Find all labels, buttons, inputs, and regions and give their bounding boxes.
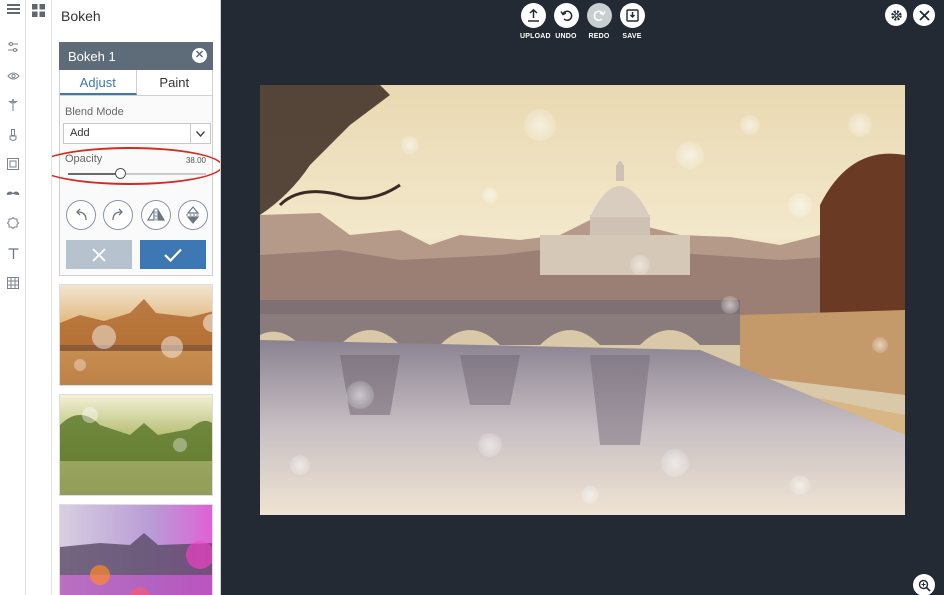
flip-horizontal-icon [147, 208, 165, 222]
close-icon [918, 9, 930, 21]
sticker-icon[interactable] [6, 216, 20, 230]
zoom-button[interactable] [913, 574, 935, 595]
close-icon [92, 247, 106, 262]
menu-icon[interactable] [6, 2, 20, 16]
adjust-sliders-icon[interactable] [6, 40, 20, 54]
blend-mode-select[interactable]: Add [63, 123, 211, 144]
photo-canvas[interactable] [260, 85, 905, 515]
save-label: SAVE [622, 33, 642, 40]
flip-vertical-icon [186, 206, 200, 224]
zoom-in-icon [918, 579, 931, 592]
cancel-button[interactable] [66, 240, 132, 269]
bokeh-preset-thumbnail[interactable] [59, 504, 213, 595]
blend-mode-value: Add [70, 127, 90, 139]
tab-paint[interactable]: Paint [137, 70, 213, 95]
text-icon[interactable] [6, 246, 20, 260]
save-icon [619, 3, 645, 28]
upload-button[interactable]: UPLOAD [520, 3, 551, 40]
secondary-rail [26, 0, 52, 595]
bokeh-panel: Bokeh Bokeh 1 ✕ Adjust Paint Blend Mode … [52, 0, 221, 595]
checkmark-icon [164, 248, 182, 262]
redo-button[interactable]: REDO [586, 3, 612, 40]
mustache-icon[interactable] [6, 187, 20, 201]
layer-header: Bokeh 1 ✕ [59, 42, 213, 70]
rotate-right-icon [112, 208, 123, 221]
layer-name: Bokeh 1 [68, 49, 116, 64]
adjust-body: Blend Mode Add Opacity 38.00 [52, 96, 220, 276]
bokeh-preset-thumbnail[interactable] [59, 394, 213, 496]
panel-title: Bokeh [61, 8, 101, 24]
upload-label: UPLOAD [520, 33, 551, 40]
settings-button[interactable] [885, 4, 907, 26]
flip-horizontal-button[interactable] [141, 200, 171, 230]
opacity-slider[interactable] [68, 168, 206, 179]
grid-view-icon[interactable] [32, 4, 45, 22]
brush-icon[interactable] [6, 128, 20, 142]
bokeh-preset-thumbnail[interactable] [59, 284, 213, 386]
rotate-left-icon [76, 208, 87, 221]
close-layer-icon[interactable]: ✕ [192, 48, 207, 63]
blend-mode-label: Blend Mode [65, 106, 124, 118]
tab-adjust[interactable]: Adjust [60, 70, 137, 95]
close-editor-button[interactable] [913, 4, 935, 26]
redo-icon [586, 3, 612, 28]
opacity-value: 38.00 [185, 156, 206, 165]
flip-vertical-button[interactable] [178, 200, 208, 230]
undo-button[interactable]: UNDO [553, 3, 579, 40]
texture-icon[interactable] [6, 276, 20, 290]
upload-icon [520, 3, 546, 28]
magic-wand-icon[interactable] [6, 98, 20, 112]
eye-icon[interactable] [6, 69, 20, 83]
gear-icon [890, 9, 902, 21]
rotate-left-button[interactable] [66, 200, 96, 230]
undo-label: UNDO [555, 33, 577, 40]
chevron-down-icon[interactable] [190, 124, 210, 143]
rotate-right-button[interactable] [103, 200, 133, 230]
save-button[interactable]: SAVE [619, 3, 645, 40]
opacity-slider-fill [68, 173, 121, 175]
opacity-label: Opacity [65, 153, 103, 165]
apply-button[interactable] [140, 240, 206, 269]
undo-icon [553, 3, 579, 28]
panel-tabs: Adjust Paint [59, 70, 213, 96]
redo-label: REDO [588, 33, 610, 40]
tool-rail [0, 0, 26, 595]
frame-icon[interactable] [6, 157, 20, 171]
